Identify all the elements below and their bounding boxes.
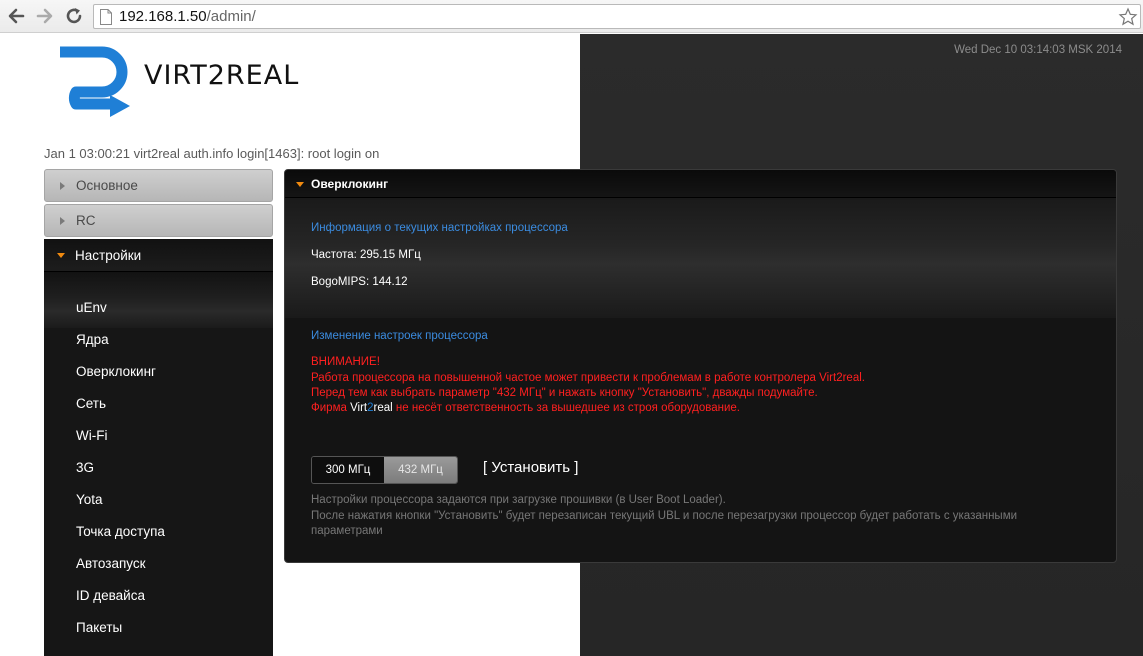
browser-toolbar: 192.168.1.50/admin/ — [0, 0, 1143, 33]
sidebar-section-label: RC — [76, 213, 96, 228]
install-button[interactable]: [ Установить ] — [483, 459, 578, 476]
frequency-selector: 300 МГц 432 МГц — [311, 456, 458, 484]
freq-432-option[interactable]: 432 МГц — [384, 457, 457, 483]
brand-real: real — [373, 402, 393, 414]
panel-title: Оверклокинг — [311, 177, 389, 191]
sidebar-item-packages[interactable]: Пакеты — [76, 620, 122, 635]
sidebar-item-kernels[interactable]: Ядра — [76, 332, 109, 347]
sidebar-item-wifi[interactable]: Wi-Fi — [76, 428, 107, 443]
panel-header: Оверклокинг — [285, 170, 1116, 198]
sidebar-item-overclocking[interactable]: Оверклокинг — [76, 364, 156, 379]
page-icon — [100, 9, 112, 25]
address-bar[interactable]: 192.168.1.50/admin/ — [93, 4, 1141, 29]
note-line: параметрами — [311, 525, 383, 537]
logo: VIRT2REAL — [50, 40, 350, 122]
datetime-display: Wed Dec 10 03:14:03 MSK 2014 — [954, 44, 1122, 56]
sidebar-section-rc[interactable]: RC — [44, 204, 273, 237]
info-heading: Информация о текущих настройках процессо… — [311, 222, 568, 234]
frequency-value: Частота: 295.15 МГц — [311, 249, 421, 261]
brand-virt: Virt — [350, 402, 368, 414]
url-text: 192.168.1.50/admin/ — [119, 8, 256, 25]
system-log-line: Jan 1 03:00:21 virt2real auth.info login… — [44, 146, 380, 161]
chevron-down-icon — [57, 253, 65, 258]
sidebar-section-label: Настройки — [75, 248, 142, 263]
warning-line: Работа процессора на повышенной частое м… — [311, 372, 865, 384]
back-arrow-icon[interactable] — [5, 5, 27, 27]
warning-line: Перед тем как выбрать параметр "432 МГц"… — [311, 387, 818, 399]
sidebar-item-device-id[interactable]: ID девайса — [76, 588, 145, 603]
sidebar-section-settings-header[interactable]: Настройки — [44, 239, 273, 272]
warning-title: ВНИМАНИЕ! — [311, 356, 380, 368]
chevron-right-icon — [60, 217, 65, 225]
sidebar-item-access-point[interactable]: Точка доступа — [76, 524, 165, 539]
chevron-right-icon — [60, 182, 65, 190]
sidebar-section-settings: Настройки uEnv Ядра Оверклокинг Сеть Wi-… — [44, 239, 273, 656]
sidebar-item-network[interactable]: Сеть — [76, 396, 106, 411]
freq-300-option[interactable]: 300 МГц — [312, 457, 384, 483]
warning-prefix: Фирма — [311, 402, 347, 414]
warning-suffix: не несёт ответственность за вышедшее из … — [395, 402, 740, 414]
bookmark-star-icon[interactable] — [1118, 7, 1138, 27]
sidebar-item-3g[interactable]: 3G — [76, 460, 94, 475]
sidebar-section-basic[interactable]: Основное — [44, 169, 273, 202]
logo-text: VIRT2REAL — [144, 60, 300, 91]
warning-line: Фирма Virt2real не несёт ответственность… — [311, 402, 740, 414]
change-heading: Изменение настроек процессора — [311, 330, 488, 342]
chevron-down-icon — [296, 182, 304, 187]
overclocking-panel: Оверклокинг Информация о текущих настрой… — [284, 169, 1117, 563]
bogomips-value: BogoMIPS: 144.12 — [311, 276, 408, 288]
note-line: После нажатия кнопки "Установить" будет … — [311, 510, 1018, 522]
forward-arrow-icon[interactable] — [34, 5, 56, 27]
sidebar-item-yota[interactable]: Yota — [76, 492, 103, 507]
sidebar-item-autostart[interactable]: Автозапуск — [76, 556, 146, 571]
sidebar-section-label: Основное — [76, 178, 138, 193]
note-line: Настройки процессора задаются при загруз… — [311, 494, 726, 506]
sidebar-item-uenv[interactable]: uEnv — [76, 300, 107, 315]
reload-icon[interactable] — [63, 5, 85, 27]
